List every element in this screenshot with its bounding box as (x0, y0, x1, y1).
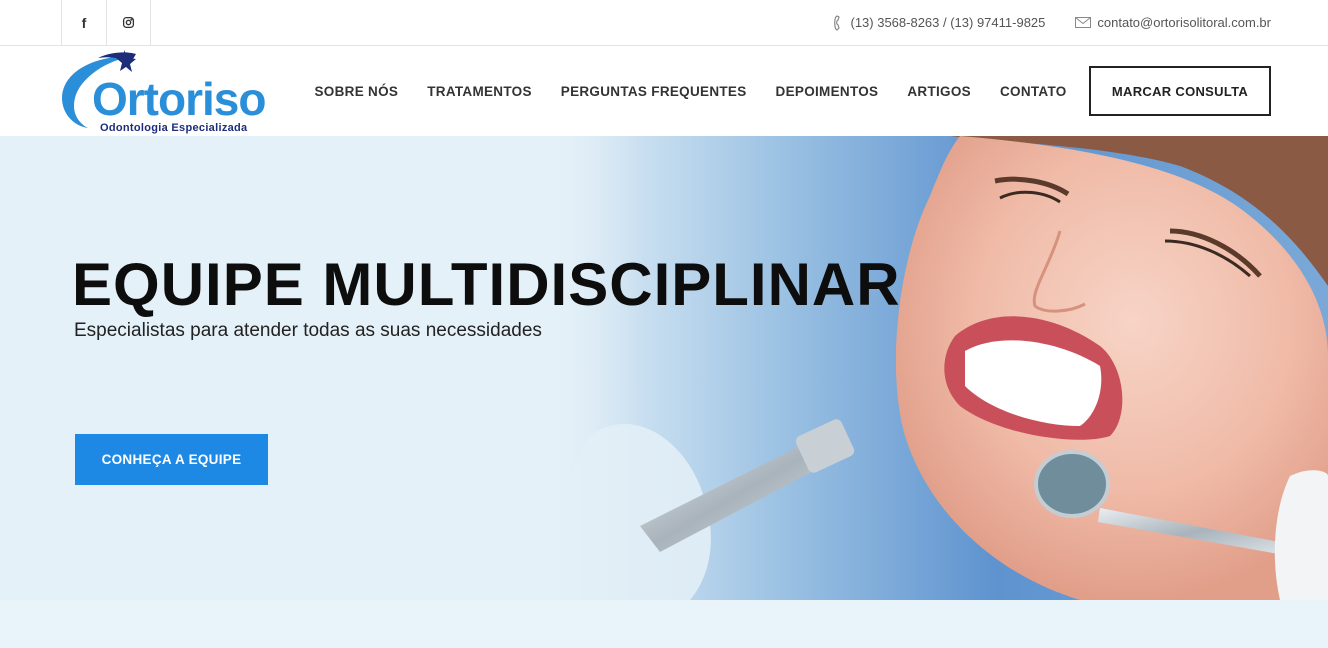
nav-item-tratamentos[interactable]: TRATAMENTOS (413, 84, 547, 99)
instagram-icon (122, 16, 135, 29)
instagram-link[interactable] (106, 0, 151, 45)
logo-name: Ortoriso (92, 73, 266, 125)
phone-item: (13) 3568-8263 / (13) 97411-9825 (834, 14, 1046, 31)
email-item[interactable]: contato@ortorisolitoral.com.br (1075, 15, 1271, 30)
logo-tagline: Odontologia Especializada (100, 122, 248, 134)
hero-subtitle: Especialistas para atender todas as suas… (74, 320, 542, 341)
phone-text: (13) 3568-8263 / (13) 97411-9825 (850, 15, 1046, 30)
nav-item-depoimentos[interactable]: DEPOIMENTOS (761, 84, 893, 99)
meet-team-button[interactable]: CONHEÇA A EQUIPE (75, 434, 268, 485)
nav-item-perguntas-frequentes[interactable]: PERGUNTAS FREQUENTES (546, 84, 761, 99)
contact-info: (13) 3568-8263 / (13) 97411-9825 contato… (834, 0, 1271, 45)
nav-item-contato[interactable]: CONTATO (985, 84, 1081, 99)
email-text[interactable]: contato@ortorisolitoral.com.br (1097, 15, 1271, 30)
facebook-link[interactable]: f (61, 0, 106, 45)
book-appointment-button[interactable]: MARCAR CONSULTA (1089, 66, 1271, 116)
social-links: f (61, 0, 151, 45)
nav-item-artigos[interactable]: ARTIGOS (893, 84, 986, 99)
nav-item-sobre-nos[interactable]: SOBRE NÓS (300, 84, 413, 99)
main-nav: SOBRE NÓS TRATAMENTOS PERGUNTAS FREQUENT… (300, 46, 1081, 136)
below-hero-area (0, 600, 1328, 648)
main-header: Ortoriso Odontologia Especializada SOBRE… (0, 46, 1328, 136)
hero-image (0, 136, 1328, 600)
site-logo[interactable]: Ortoriso Odontologia Especializada (60, 50, 266, 136)
top-bar: f (13) 3568-8263 / (13) 97411-9825 conta… (0, 0, 1328, 46)
phone-icon (834, 14, 841, 31)
envelope-icon (1075, 17, 1092, 28)
facebook-icon: f (81, 14, 87, 31)
hero-banner: EQUIPE MULTIDISCIPLINAR Especialistas pa… (0, 136, 1328, 600)
hero-title: EQUIPE MULTIDISCIPLINAR (72, 251, 901, 318)
